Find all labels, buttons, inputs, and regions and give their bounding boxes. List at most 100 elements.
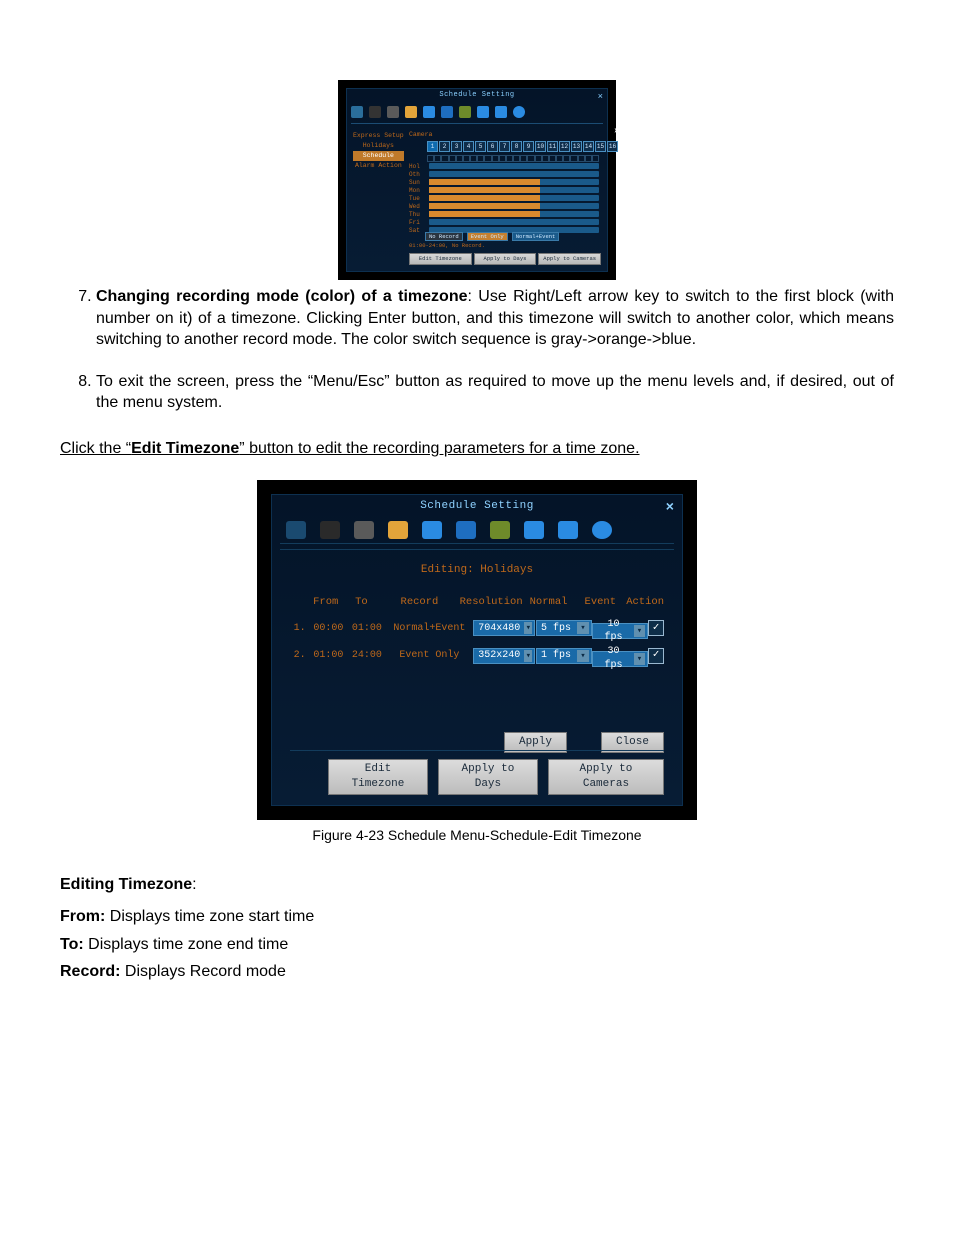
- bar-thu[interactable]: [429, 211, 599, 217]
- apply-to-cameras-button[interactable]: Apply to Cameras: [548, 759, 664, 795]
- camera-n[interactable]: 5: [475, 141, 486, 152]
- calendar-icon[interactable]: [422, 521, 442, 539]
- info-icon[interactable]: [592, 521, 612, 539]
- edit-timezone-button[interactable]: Edit Timezone: [409, 253, 472, 265]
- apply-to-days-button[interactable]: Apply to Days: [438, 759, 538, 795]
- info-icon[interactable]: [513, 106, 525, 118]
- time-ruler: [427, 155, 599, 161]
- gear-icon[interactable]: [351, 106, 363, 118]
- list-item-8: To exit the screen, press the “Menu/Esc”…: [96, 371, 894, 414]
- disc-icon[interactable]: [354, 521, 374, 539]
- globe-icon[interactable]: [459, 106, 471, 118]
- action-checkbox[interactable]: ✓: [648, 620, 664, 636]
- edit-timezone-button[interactable]: Edit Timezone: [328, 759, 428, 795]
- legend-normal-event: Normal+Event: [512, 232, 560, 241]
- bottom-buttons: Edit Timezone Apply to Days Apply to Cam…: [290, 750, 664, 795]
- legend: No Record Event Only Normal+Event: [425, 232, 559, 241]
- dvr-window-schedule: Schedule Setting × Express Setup: [338, 80, 616, 280]
- chevron-down-icon: ▾: [524, 650, 532, 662]
- camera-n[interactable]: 13: [571, 141, 582, 152]
- chevron-down-icon: ▾: [524, 622, 532, 634]
- normal-fps-select[interactable]: 1 fps▾: [536, 648, 592, 664]
- camera-n[interactable]: 9: [523, 141, 534, 152]
- nav-express-setup[interactable]: Express Setup: [353, 131, 404, 141]
- editing-timezone-heading: Editing Timezone:: [60, 874, 894, 896]
- window-title: Schedule Setting: [347, 91, 607, 100]
- camera-n[interactable]: 11: [547, 141, 558, 152]
- settings-icon[interactable]: [495, 106, 507, 118]
- network-icon[interactable]: [441, 106, 453, 118]
- close-icon[interactable]: ×: [666, 499, 674, 518]
- camera-1[interactable]: 1: [427, 141, 438, 152]
- gear-icon[interactable]: [286, 521, 306, 539]
- monitor-icon[interactable]: [477, 106, 489, 118]
- disc-icon[interactable]: [387, 106, 399, 118]
- event-fps-select[interactable]: 30 fps▾: [592, 651, 648, 667]
- bar-sun[interactable]: [429, 179, 599, 185]
- bar-wed[interactable]: [429, 203, 599, 209]
- event-fps-select[interactable]: 10 fps▾: [592, 623, 648, 639]
- camera-n[interactable]: 15: [595, 141, 606, 152]
- chevron-down-icon: ▾: [577, 622, 589, 634]
- resolution-select[interactable]: 704x480▾: [473, 620, 535, 636]
- network-icon[interactable]: [456, 521, 476, 539]
- camera-n[interactable]: 3: [451, 141, 462, 152]
- camera-n[interactable]: 16: [607, 141, 618, 152]
- bell-icon[interactable]: [405, 106, 417, 118]
- apply-to-cameras-button[interactable]: Apply to Cameras: [538, 253, 601, 265]
- window-title: Schedule Setting: [272, 499, 682, 514]
- def-to: To: Displays time zone end time: [60, 934, 894, 956]
- instruction-list: Changing recording mode (color) of a tim…: [60, 286, 894, 414]
- item7-lead: Changing recording mode (color) of a tim…: [96, 288, 468, 305]
- bar-hol[interactable]: [429, 163, 599, 169]
- camera-icon[interactable]: [320, 521, 340, 539]
- settings-icon[interactable]: [558, 521, 578, 539]
- legend-event-only: Event Only: [467, 232, 508, 241]
- close-icon[interactable]: ×: [598, 91, 603, 103]
- nav-holidays[interactable]: Holidays: [353, 141, 404, 151]
- click-line: Click the “Edit Timezone” button to edit…: [60, 438, 894, 460]
- cursor-icon: ➤: [614, 126, 620, 140]
- dvr-window-edit-timezone: Schedule Setting × Editing: Holiday: [257, 480, 697, 820]
- camera-label: Camera: [409, 131, 432, 140]
- camera-n[interactable]: 10: [535, 141, 546, 152]
- chevron-down-icon: ▾: [634, 625, 645, 637]
- camera-icon[interactable]: [369, 106, 381, 118]
- camera-n[interactable]: 6: [487, 141, 498, 152]
- bar-oth[interactable]: [429, 171, 599, 177]
- apply-to-days-button[interactable]: Apply to Days: [474, 253, 537, 265]
- camera-n[interactable]: 2: [439, 141, 450, 152]
- nav-alarm-action[interactable]: Alarm Action: [353, 161, 404, 171]
- toolbar: [280, 517, 674, 544]
- action-checkbox[interactable]: ✓: [648, 648, 664, 664]
- bottom-buttons: Edit Timezone Apply to Days Apply to Cam…: [409, 253, 601, 265]
- bell-icon[interactable]: [388, 521, 408, 539]
- monitor-icon[interactable]: [524, 521, 544, 539]
- camera-n[interactable]: 7: [499, 141, 510, 152]
- toolbar: [351, 103, 603, 121]
- bar-fri[interactable]: [429, 219, 599, 225]
- bar-tue[interactable]: [429, 195, 599, 201]
- figure-caption: Figure 4-23 Schedule Menu-Schedule-Edit …: [60, 826, 894, 845]
- figure-big: Schedule Setting × Editing: Holiday: [60, 480, 894, 820]
- calendar-icon[interactable]: [423, 106, 435, 118]
- camera-n[interactable]: 4: [463, 141, 474, 152]
- camera-n[interactable]: 12: [559, 141, 570, 152]
- legend-no-record: No Record: [425, 232, 463, 241]
- camera-n[interactable]: 8: [511, 141, 522, 152]
- figure-small: Schedule Setting × Express Setup: [60, 80, 894, 280]
- resolution-select[interactable]: 352x240▾: [473, 648, 535, 664]
- schedule-bars: [429, 163, 599, 235]
- table-row: 2. 01:00 24:00 Event Only 352x240▾ 1 fps…: [290, 645, 664, 667]
- list-item-7: Changing recording mode (color) of a tim…: [96, 286, 894, 351]
- chevron-down-icon: ▾: [634, 653, 645, 665]
- side-nav: Express Setup Holidays Schedule Alarm Ac…: [353, 131, 404, 171]
- camera-n[interactable]: 14: [583, 141, 594, 152]
- def-record: Record: Displays Record mode: [60, 961, 894, 983]
- globe-icon[interactable]: [490, 521, 510, 539]
- camera-buttons: 1 2 3 4 5 6 7 8 9 10 11 12 13 14 15 16: [427, 141, 618, 152]
- bar-mon[interactable]: [429, 187, 599, 193]
- nav-schedule[interactable]: Schedule: [353, 151, 404, 161]
- table-row: 1. 00:00 01:00 Normal+Event 704x480▾ 5 f…: [290, 618, 664, 640]
- normal-fps-select[interactable]: 5 fps▾: [536, 620, 592, 636]
